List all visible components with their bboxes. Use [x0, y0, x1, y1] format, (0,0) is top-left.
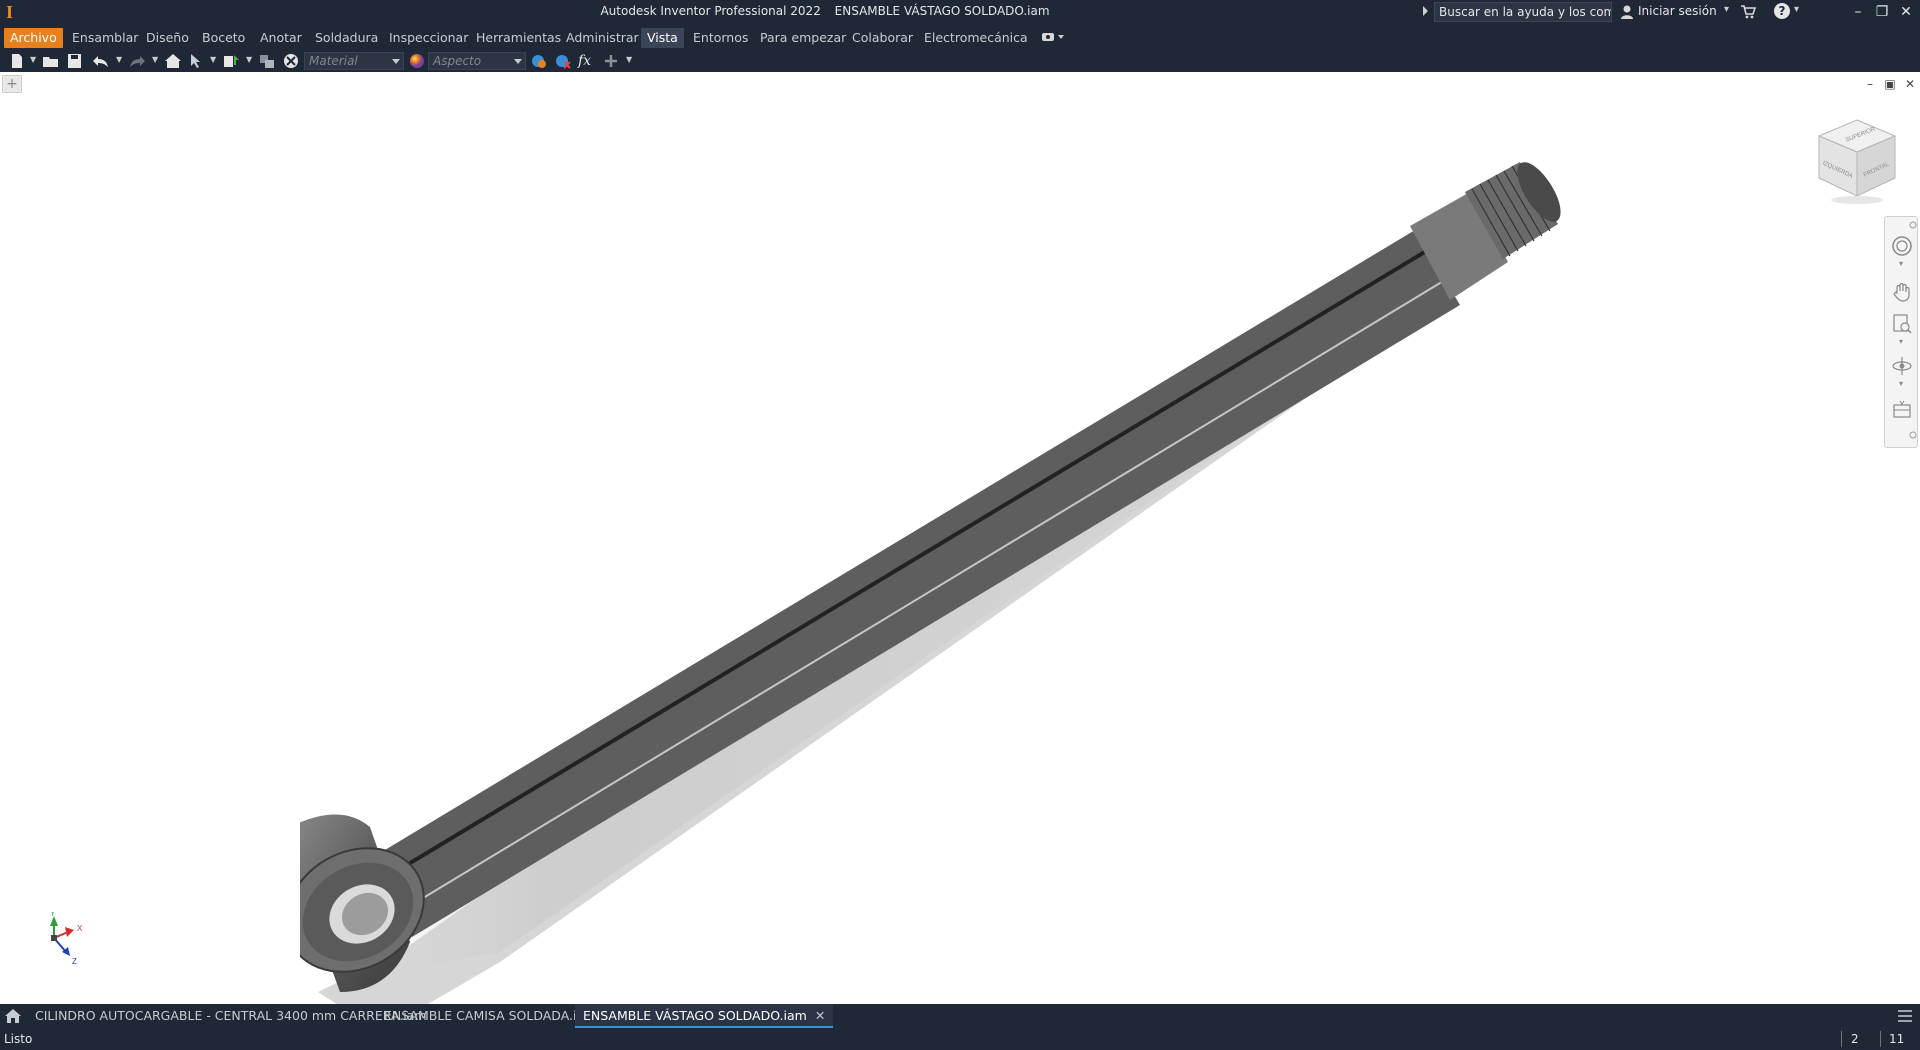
hamburger-menu-icon[interactable]: [1896, 1009, 1914, 1023]
app-name: Autodesk Inventor Professional 2022: [600, 4, 821, 18]
add-icon[interactable]: [602, 53, 620, 69]
close-navbar-icon[interactable]: [1909, 221, 1917, 229]
user-icon[interactable]: [1620, 4, 1634, 20]
doc-tab-camisa[interactable]: ENSAMBLE CAMISA SOLDADA.iam: [376, 1004, 604, 1028]
ribbon-display-toggle-icon[interactable]: [1041, 31, 1065, 43]
tab-administrar[interactable]: Administrar: [563, 28, 642, 48]
status-divider: [1841, 1031, 1842, 1047]
tab-colaborar[interactable]: Colaborar: [849, 28, 916, 48]
appearance-dropdown[interactable]: Aspecto: [428, 52, 526, 70]
clear-appearance-icon[interactable]: [554, 53, 572, 69]
tab-vista[interactable]: Vista: [641, 28, 684, 48]
viewcube[interactable]: SUPERIOR IZQUIERDA FRONTAL: [1815, 116, 1899, 206]
properties-icon[interactable]: [258, 53, 276, 69]
doc-minimize-icon[interactable]: –: [1862, 76, 1878, 92]
close-icon[interactable]: ✕: [1896, 2, 1916, 22]
adjust-appearance-icon[interactable]: [530, 53, 548, 69]
triad-x-label: X: [77, 924, 83, 933]
chevron-down-icon: [514, 59, 522, 64]
open-folder-icon[interactable]: [42, 53, 60, 69]
appearance-placeholder: Aspecto: [433, 54, 482, 68]
chevron-down-icon[interactable]: ▾: [1899, 337, 1903, 346]
help-search-input[interactable]: Buscar en la ayuda y los comanc: [1434, 2, 1612, 22]
orbit-icon[interactable]: [1891, 355, 1913, 377]
doc-tab-vastago-label: ENSAMBLE VÁSTAGO SOLDADO.iam: [583, 1008, 807, 1023]
home-icon[interactable]: [4, 1008, 22, 1024]
chevron-down-icon[interactable]: ▾: [1899, 379, 1903, 388]
chevron-down-icon[interactable]: ▼: [246, 55, 252, 64]
rod-assembly-model[interactable]: [300, 162, 1620, 1042]
chevron-down-icon[interactable]: ▼: [30, 55, 36, 64]
steering-wheel-icon[interactable]: [1891, 235, 1913, 257]
doc-close-icon[interactable]: ✕: [1902, 76, 1918, 92]
ribbon-tabs: Archivo Ensamblar Diseño Boceto Anotar S…: [0, 24, 1920, 50]
home-view-icon[interactable]: [164, 53, 182, 69]
restore-icon[interactable]: ❐: [1872, 2, 1892, 22]
update-icon[interactable]: [222, 53, 240, 69]
status-bar: Listo 2 11: [0, 1028, 1920, 1050]
tab-archivo[interactable]: Archivo: [4, 28, 63, 48]
tab-herramientas[interactable]: Herramientas: [473, 28, 564, 48]
select-icon[interactable]: [188, 53, 206, 69]
quick-access-toolbar: ▼ ▼ ▼ ▼ ▼ Material Aspecto fx ▼: [0, 50, 1920, 72]
help-icon[interactable]: ?: [1774, 3, 1790, 19]
navigation-bar: ▾ ▾ ▾: [1884, 216, 1918, 448]
tab-boceto[interactable]: Boceto: [199, 28, 248, 48]
doc-tab-vastago[interactable]: ENSAMBLE VÁSTAGO SOLDADO.iam ✕: [575, 1004, 834, 1028]
triad-z-label: Z: [72, 957, 77, 966]
document-name: ENSAMBLE VÁSTAGO SOLDADO.iam: [834, 4, 1050, 18]
tab-para-empezar[interactable]: Para empezar: [757, 28, 849, 48]
parameters-icon[interactable]: fx: [578, 53, 596, 69]
pan-hand-icon[interactable]: [1891, 281, 1913, 303]
close-icon[interactable]: ✕: [815, 1008, 825, 1023]
chevron-down-icon: [392, 59, 400, 64]
window-title: Autodesk Inventor Professional 2022 ENSA…: [0, 4, 1650, 18]
undo-icon[interactable]: [92, 53, 110, 69]
status-divider: [1880, 1031, 1881, 1047]
look-at-icon[interactable]: [1891, 399, 1913, 421]
tab-electromecanica[interactable]: Electromecánica: [921, 28, 1031, 48]
tab-diseno[interactable]: Diseño: [143, 28, 192, 48]
inventor-window: I Autodesk Inventor Professional 2022 EN…: [0, 0, 1920, 1050]
document-tabs: CILINDRO AUTOCARGABLE - CENTRAL 3400 mm …: [0, 1004, 1920, 1028]
tab-inspeccionar[interactable]: Inspeccionar: [386, 28, 471, 48]
title-bar: I Autodesk Inventor Professional 2022 EN…: [0, 0, 1920, 24]
redo-icon[interactable]: [128, 53, 146, 69]
material-dropdown[interactable]: Material: [304, 52, 404, 70]
chevron-down-icon[interactable]: ▾: [1899, 259, 1903, 268]
coordinate-triad: Y X Z: [50, 912, 83, 966]
signin-button[interactable]: Iniciar sesión: [1638, 4, 1717, 18]
chevron-down-icon[interactable]: ▼: [210, 55, 216, 64]
customize-navbar-icon[interactable]: [1909, 431, 1917, 439]
cart-icon[interactable]: [1740, 4, 1756, 20]
minimize-icon[interactable]: –: [1848, 2, 1868, 22]
material-placeholder: Material: [309, 54, 358, 68]
new-file-icon[interactable]: [8, 53, 26, 69]
chevron-down-icon[interactable]: ▼: [116, 55, 122, 64]
new-document-tab-icon[interactable]: +: [2, 75, 22, 93]
doc-restore-icon[interactable]: ▣: [1882, 76, 1898, 92]
chevron-down-icon[interactable]: ▼: [152, 55, 158, 64]
search-expand-icon[interactable]: [1423, 6, 1428, 16]
open-documents-count: 11: [1889, 1032, 1905, 1046]
graphics-window[interactable]: + – ▣ ✕ SUPERIOR IZQUIERDA FRONTAL ▾ ▾ ▾…: [0, 72, 1920, 1032]
appearance-sphere-icon[interactable]: [408, 53, 426, 69]
tab-soldadura[interactable]: Soldadura: [312, 28, 381, 48]
occurrence-count: 2: [1851, 1032, 1859, 1046]
chevron-down-icon[interactable]: ▾: [1794, 4, 1799, 15]
clear-override-icon[interactable]: [282, 53, 300, 69]
tab-entornos[interactable]: Entornos: [690, 28, 751, 48]
status-text: Listo: [4, 1032, 33, 1046]
tab-ensamblar[interactable]: Ensamblar: [69, 28, 141, 48]
save-icon[interactable]: [66, 53, 84, 69]
tab-anotar[interactable]: Anotar: [257, 28, 305, 48]
triad-y-label: Y: [50, 912, 56, 918]
chevron-down-icon[interactable]: ▾: [1724, 4, 1729, 15]
zoom-icon[interactable]: [1891, 313, 1913, 335]
customize-toolbar-icon[interactable]: ▼: [626, 55, 632, 64]
doc-tab-cilindro[interactable]: CILINDRO AUTOCARGABLE - CENTRAL 3400 mm …: [27, 1004, 435, 1028]
